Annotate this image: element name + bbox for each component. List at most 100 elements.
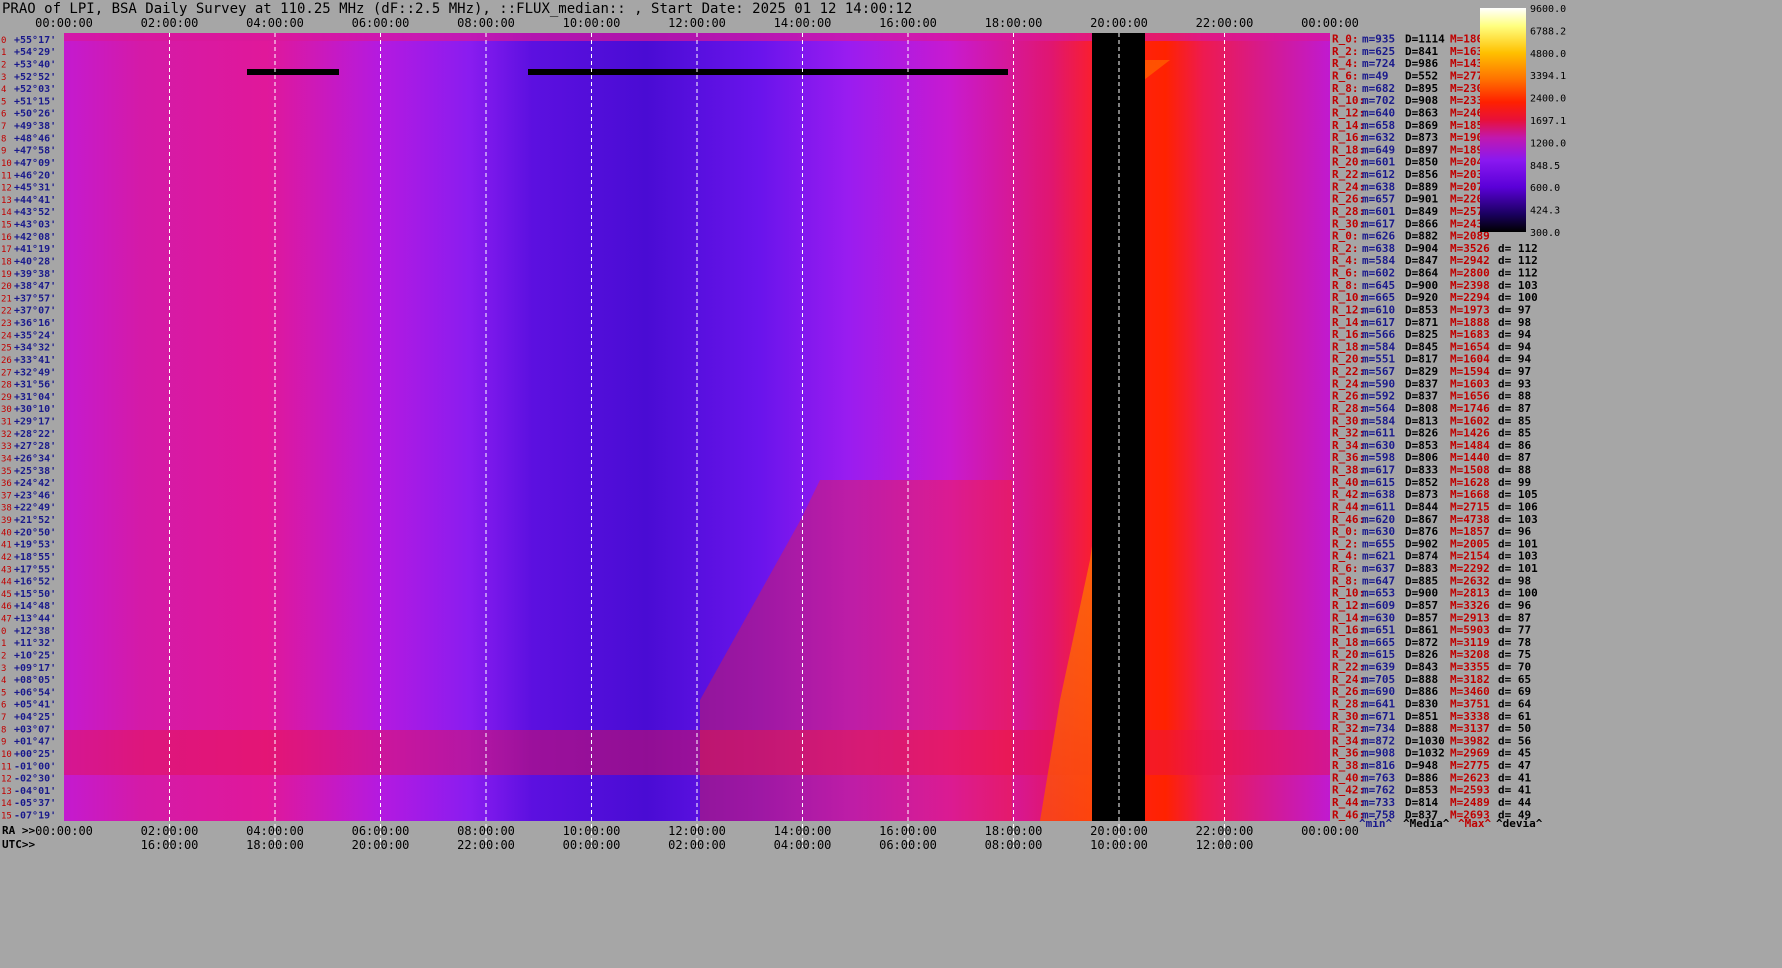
stat-field: M=1604 [1450,353,1490,366]
stat-field: R_24: [1332,180,1365,193]
stat-row: R_6: m=637 D=883 M=2292 d= 101 [1332,562,1538,575]
stat-row: R_40:m=615 D=852 M=1628 d= 99 [1332,476,1531,489]
declination-index: 14 [1,799,12,809]
declination-index: 0 [1,36,6,46]
stat-field: d= 44 [1498,796,1531,809]
stat-field: d= 112 [1498,254,1538,267]
stat-field: D=895 [1405,82,1438,95]
stat-row: R_12:m=640 D=863 M=246 [1332,106,1483,119]
stat-field: m=610 [1362,303,1395,316]
stat-field: M=2623 [1450,771,1490,784]
ra-tick-label-top: 20:00:00 [1090,16,1148,30]
stat-field: m=611 [1362,500,1395,513]
declination-label: +29°17' [14,417,56,428]
colorbar-tick-label: 4800.0 [1530,49,1566,60]
declination-index: 6 [1,110,6,120]
chart-title: PRAO of LPI, BSA Daily Survey at 110.25 … [2,1,912,17]
stat-field: R_42: [1332,784,1365,797]
ra-tick-label-bottom: 00:00:00 [1301,824,1359,838]
stat-field: m=551 [1362,353,1395,366]
declination-index: 24 [1,331,12,341]
stat-field: R_40: [1332,476,1365,489]
stat-field: D=843 [1405,661,1438,674]
stat-row: R_2: m=625 D=841 M=1630 [1332,45,1490,58]
stat-field: R_10: [1332,291,1365,304]
declination-index: 17 [1,245,12,255]
declination-index: 37 [1,491,12,501]
stat-field: M=1484 [1450,439,1490,452]
declination-label: +18°55' [14,552,56,563]
stat-field: d= 101 [1498,562,1538,575]
stat-field: D=874 [1405,550,1438,563]
stat-row: R_22:m=639 D=843 M=3355 d= 70 [1332,661,1531,674]
stat-row: R_20:m=601 D=850 M=204 [1332,156,1483,169]
stat-field: D=1030 [1405,734,1445,747]
declination-label: +27°28' [14,441,56,452]
declination-label: +33°41' [14,355,56,366]
stat-field: m=763 [1362,771,1395,784]
declination-label: +23°46' [14,490,56,501]
stat-field: R_24: [1332,377,1365,390]
declination-index: 18 [1,257,12,267]
ra-tick-label-bottom: 00:00:00 [35,824,93,838]
stat-row: R_24:m=705 D=888 M=3182 d= 65 [1332,673,1531,686]
stat-field: D=852 [1405,476,1438,489]
stat-row: R_6: m=49 D=552 M=2774 [1332,70,1490,83]
stat-row: R_8: m=682 D=895 M=2304 [1332,82,1490,95]
stat-field: d= 87 [1498,402,1531,415]
stat-field: D=1032 [1405,747,1445,760]
stat-field: R_2: [1332,45,1359,58]
ra-tick-label-bottom: 02:00:00 [141,824,199,838]
stat-row: R_0: m=935 D=1114 M=180 [1332,33,1483,46]
declination-label: -05°37' [14,798,56,809]
stat-row: R_32:m=734 D=888 M=3137 d= 50 [1332,722,1531,735]
stat-field: D=883 [1405,562,1438,575]
stat-row: R_40:m=763 D=886 M=2623 d= 41 [1332,771,1531,784]
stat-field: M=2292 [1450,562,1490,575]
declination-label: +42°08' [14,232,56,243]
stat-field: m=598 [1362,451,1395,464]
colorbar-tick-label: 2400.0 [1530,94,1566,105]
stat-field: M=190 [1450,131,1483,144]
stat-field: D=904 [1405,242,1438,255]
stat-field: m=872 [1362,734,1395,747]
stat-field: d= 94 [1498,328,1531,341]
stat-field: m=566 [1362,328,1395,341]
stat-field: m=655 [1362,537,1395,550]
stat-field: d= 103 [1498,513,1538,526]
stat-field: R_28: [1332,205,1365,218]
declination-index: 3 [1,73,6,83]
declination-index: 13 [1,787,12,797]
stat-field: D=845 [1405,340,1438,353]
stat-field: R_22: [1332,661,1365,674]
stat-field: d= 106 [1498,500,1538,513]
declination-label: +31°04' [14,392,56,403]
declination-index: 7 [1,713,6,723]
declination-index: 34 [1,454,12,464]
stat-row: R_20:m=551 D=817 M=1604 d= 94 [1332,353,1531,366]
declination-index: 9 [1,147,6,157]
stat-field: R_22: [1332,168,1365,181]
stat-field: d= 47 [1498,759,1531,772]
stat-field: M=189 [1450,143,1483,156]
stat-field: m=615 [1362,648,1395,661]
stat-field: d= 64 [1498,697,1531,710]
stat-field: M=1426 [1450,427,1490,440]
stat-field: d= 99 [1498,476,1531,489]
stat-field: D=849 [1405,205,1438,218]
stat-field: D=885 [1405,574,1438,587]
declination-index: 32 [1,430,12,440]
stat-row: R_30:m=671 D=851 M=3338 d= 61 [1332,710,1531,723]
stat-field: d= 88 [1498,464,1531,477]
ra-tick-label-top: 06:00:00 [352,16,410,30]
stat-row: R_8: m=645 D=900 M=2398 d= 103 [1332,279,1538,292]
declination-label: +09°17' [14,663,56,674]
stat-field: M=3137 [1450,722,1490,735]
stat-field: D=897 [1405,143,1438,156]
declination-label: +30°10' [14,404,56,415]
declination-label: +06°54' [14,687,56,698]
stat-row: R_28:m=601 D=849 M=257 [1332,205,1483,218]
declination-index: 29 [1,393,12,403]
stat-field: R_8: [1332,82,1359,95]
stat-field: m=657 [1362,193,1395,206]
